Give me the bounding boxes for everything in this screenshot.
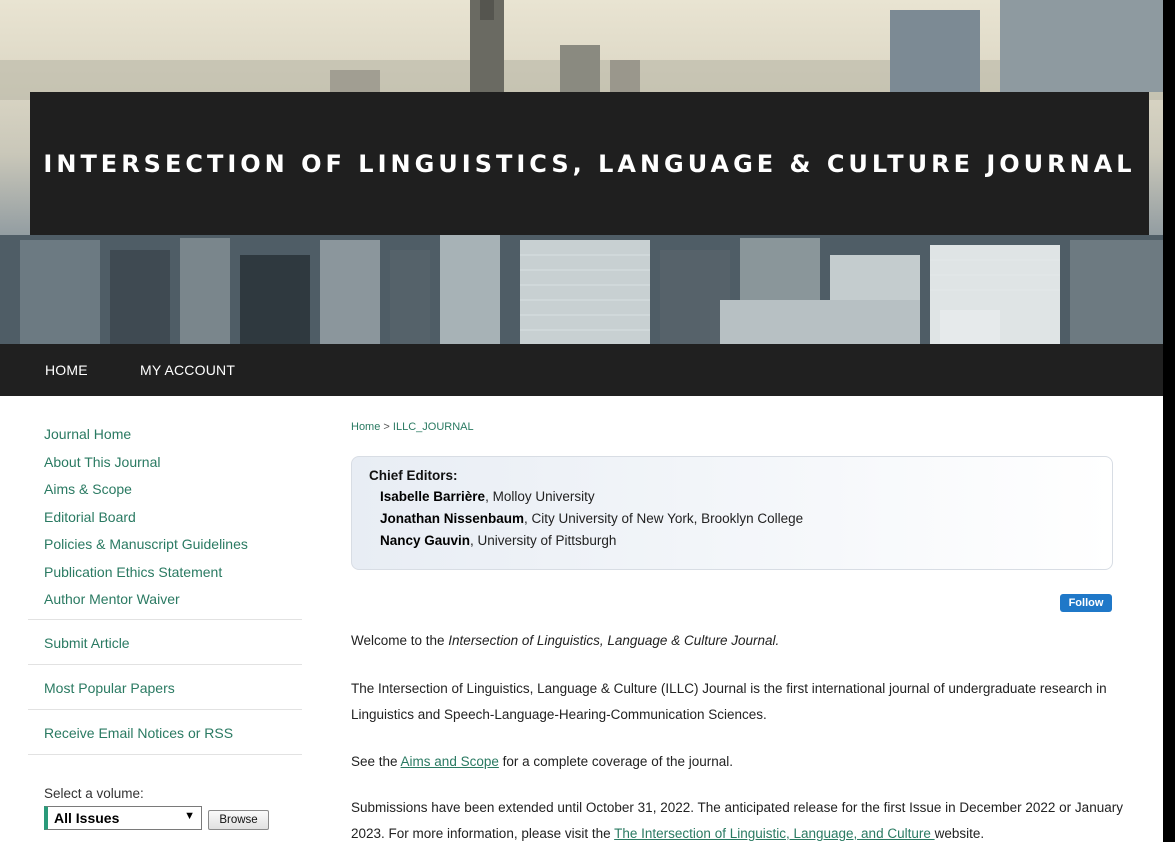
editor-name: Nancy Gauvin bbox=[380, 533, 471, 548]
breadcrumb-home[interactable]: Home bbox=[351, 421, 380, 433]
editor-affiliation: , University of Pittsburgh bbox=[470, 533, 617, 548]
nav-my-account[interactable]: MY ACCOUNT bbox=[140, 362, 235, 378]
sidebar-item-editorial-board[interactable]: Editorial Board bbox=[28, 507, 302, 535]
editor-name: Isabelle Barrière bbox=[380, 489, 486, 504]
breadcrumb: Home > ILLC_JOURNAL bbox=[351, 421, 474, 433]
journal-title[interactable]: INTERSECTION OF LINGUISTICS, LANGUAGE & … bbox=[30, 92, 1149, 235]
chief-editors-box: Chief Editors: Isabelle Barrière, Molloy… bbox=[351, 456, 1113, 570]
chief-editors-title: Chief Editors: bbox=[369, 468, 458, 483]
volume-select-value: All Issues bbox=[54, 810, 120, 826]
editor-line: Jonathan Nissenbaum, City University of … bbox=[380, 511, 803, 526]
main-nav: HOME MY ACCOUNT bbox=[0, 344, 1163, 396]
header-banner: INTERSECTION OF LINGUISTICS, LANGUAGE & … bbox=[0, 0, 1163, 344]
aims-paragraph: See the Aims and Scope for a complete co… bbox=[351, 749, 1141, 775]
breadcrumb-separator: > bbox=[383, 421, 390, 433]
nav-home[interactable]: HOME bbox=[45, 362, 88, 378]
aims-suffix: for a complete coverage of the journal. bbox=[498, 754, 733, 769]
welcome-paragraph: Welcome to the Intersection of Linguisti… bbox=[351, 628, 1141, 654]
sidebar-item-ethics[interactable]: Publication Ethics Statement bbox=[28, 562, 302, 590]
intro-paragraph: The Intersection of Linguistics, Languag… bbox=[351, 681, 1107, 722]
sidebar: Journal Home About This Journal Aims & S… bbox=[28, 424, 302, 830]
editor-name: Jonathan Nissenbaum bbox=[380, 511, 525, 526]
aims-prefix: See the bbox=[351, 754, 401, 769]
submissions-paragraph: Submissions have been extended until Oct… bbox=[351, 795, 1141, 847]
editor-line: Isabelle Barrière, Molloy University bbox=[380, 489, 595, 504]
welcome-prefix: Welcome to the bbox=[351, 633, 449, 648]
illc-website-link[interactable]: The Intersection of Linguistic, Language… bbox=[614, 826, 934, 841]
volume-select-label: Select a volume: bbox=[44, 786, 144, 801]
editor-affiliation: , Molloy University bbox=[485, 489, 595, 504]
editor-affiliation: , City University of New York, Brooklyn … bbox=[524, 511, 804, 526]
welcome-journal-title: Intersection of Linguistics, Language & … bbox=[448, 633, 780, 648]
sidebar-item-about[interactable]: About This Journal bbox=[28, 452, 302, 480]
aims-scope-link[interactable]: Aims and Scope bbox=[401, 754, 499, 769]
submissions-suffix: website. bbox=[934, 826, 985, 841]
chevron-down-icon: ▼ bbox=[184, 810, 195, 822]
sidebar-item-mentor-waiver[interactable]: Author Mentor Waiver bbox=[28, 589, 302, 619]
title-box: INTERSECTION OF LINGUISTICS, LANGUAGE & … bbox=[30, 92, 1149, 235]
sidebar-item-policies[interactable]: Policies & Manuscript Guidelines bbox=[28, 534, 302, 562]
sidebar-item-submit-article[interactable]: Submit Article bbox=[28, 619, 302, 664]
breadcrumb-current[interactable]: ILLC_JOURNAL bbox=[393, 421, 474, 433]
browse-button[interactable]: Browse bbox=[208, 810, 269, 830]
sidebar-item-email-notices[interactable]: Receive Email Notices or RSS bbox=[28, 709, 302, 755]
right-edge-bar bbox=[1163, 0, 1175, 842]
sidebar-item-aims-scope[interactable]: Aims & Scope bbox=[28, 479, 302, 507]
sidebar-item-journal-home[interactable]: Journal Home bbox=[28, 424, 302, 452]
sidebar-item-popular-papers[interactable]: Most Popular Papers bbox=[28, 664, 302, 709]
volume-select[interactable]: All Issues ▼ bbox=[44, 806, 202, 830]
editor-line: Nancy Gauvin, University of Pittsburgh bbox=[380, 533, 616, 548]
follow-button[interactable]: Follow bbox=[1060, 594, 1112, 612]
